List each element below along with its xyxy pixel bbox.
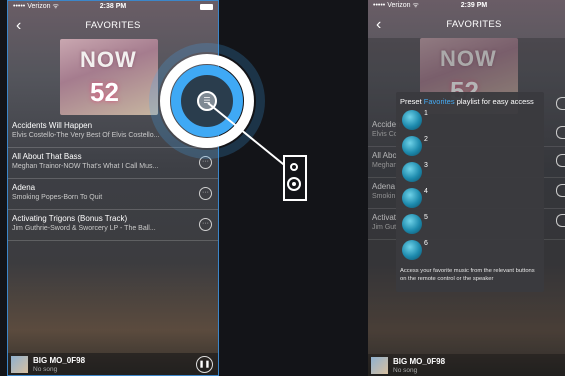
more-options-icon[interactable]: ··· [199, 187, 212, 200]
track-title: Adena [12, 183, 36, 192]
album-art: NOW 52 [60, 39, 158, 115]
clock: 2:39 PM [460, 2, 488, 9]
right-phone-screen: ••••• Verizon ᯤ 2:39 PM ‹ FAVORITES NOW … [368, 0, 565, 376]
preset-slot[interactable]: 6 [400, 238, 540, 262]
speaker-name: BIG MO_0F98 [393, 357, 446, 366]
preset-thumbnail [402, 162, 422, 182]
track-row[interactable]: Activating Trigons (Bonus Track) Jim Gut… [8, 210, 218, 241]
preset-thumbnail [402, 188, 422, 208]
speaker-woofer [287, 177, 301, 191]
track-row[interactable]: Adena Smoking Popes-Born To Quit ··· [8, 179, 218, 210]
speaker-name: BIG MO_0F98 [33, 356, 86, 365]
popup-header-post: playlist for easy access [454, 97, 534, 106]
preset-slot[interactable]: 4 [400, 186, 540, 210]
mini-player[interactable]: BIG MO_0F98 No song ❚❚ [8, 353, 218, 375]
status-bar: ••••• Verizon ᯤ 2:39 PM [368, 0, 565, 12]
more-options-icon[interactable]: ··· [199, 218, 212, 231]
preset-number: 6 [424, 240, 428, 247]
nav-bar: ‹ FAVORITES [368, 12, 565, 38]
preset-icon[interactable]: ☰ [197, 91, 217, 111]
preset-number: 4 [424, 188, 428, 195]
page-title: FAVORITES [446, 19, 502, 30]
preset-number: 2 [424, 136, 428, 143]
preset-slot[interactable]: 2 [400, 134, 540, 158]
track-subtitle: Smoking Popes-Born To Quit [12, 194, 103, 201]
preset-thumbnail [402, 136, 422, 156]
preset-thumbnail [402, 110, 422, 130]
now-playing: No song [33, 366, 58, 373]
album-number: 52 [90, 77, 119, 107]
mini-player-art [11, 356, 28, 373]
album-brand: NOW [80, 47, 137, 72]
track-title: Activating Trigons (Bonus Track) [12, 214, 128, 223]
popup-header-pre: Preset [400, 97, 424, 106]
preset-slot[interactable]: 1 [400, 108, 540, 132]
nav-bar: ‹ FAVORITES [8, 13, 218, 39]
status-bar: ••••• Verizon ᯤ 2:38 PM [8, 1, 218, 13]
preset-icon-peek[interactable] [556, 97, 565, 110]
preset-number: 1 [424, 110, 428, 117]
speaker-icon [283, 155, 307, 201]
now-playing: No song [393, 367, 418, 374]
mini-player-art [371, 357, 388, 374]
preset-slot[interactable]: 3 [400, 160, 540, 184]
track-title: All About That Bass [12, 152, 82, 161]
preset-slot[interactable]: 5 [400, 212, 540, 236]
mini-player[interactable]: BIG MO_0F98 No song [368, 354, 565, 376]
more-options-icon[interactable] [556, 184, 565, 197]
clock: 2:38 PM [99, 3, 127, 10]
popup-footer: Access your favorite music from the rele… [400, 268, 535, 282]
preset-number: 3 [424, 162, 428, 169]
more-options-icon[interactable] [556, 214, 565, 227]
preset-number: 5 [424, 214, 428, 221]
page-title: FAVORITES [85, 20, 141, 31]
speaker-tweeter [290, 163, 298, 171]
more-options-icon[interactable] [556, 126, 565, 139]
track-subtitle: Elvis Costello-The Very Best Of Elvis Co… [12, 132, 160, 139]
track-subtitle: Jim Guthrie-Sword & Sworcery LP - The Ba… [12, 225, 156, 232]
battery-icon [200, 4, 213, 10]
popup-header-highlight: Favorites [423, 97, 455, 106]
preset-favorites-popup: Preset Favorites playlist for easy acces… [396, 92, 544, 292]
popup-header: Preset Favorites playlist for easy acces… [400, 97, 534, 106]
track-subtitle: Meghan Trainor-NOW That's What I Call Mu… [12, 163, 159, 170]
pause-icon[interactable]: ❚❚ [196, 356, 213, 373]
more-options-icon[interactable] [556, 154, 565, 167]
preset-thumbnail [402, 214, 422, 234]
track-title: Accidents Will Happen [12, 121, 93, 130]
preset-thumbnail [402, 240, 422, 260]
